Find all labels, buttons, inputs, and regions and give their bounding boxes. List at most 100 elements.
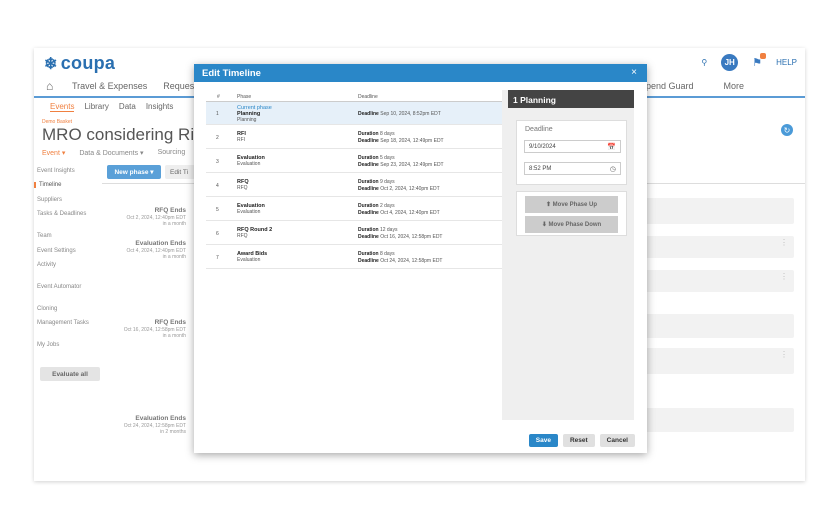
deadline-date-input[interactable]: 9/10/2024 📅 — [524, 140, 621, 153]
edit-timeline-button[interactable]: Edit Ti — [165, 165, 195, 179]
sidebar-item-team[interactable]: Team — [37, 233, 52, 239]
sidebar-item-activity[interactable]: Activity — [37, 262, 56, 268]
table-row[interactable]: 7 Award Bids Evaluation Duration 8 days De… — [206, 246, 502, 269]
subnav-library[interactable]: Library — [84, 102, 108, 112]
notification-icon[interactable]: ⚑ — [752, 53, 767, 69]
date-value: 9/10/2024 — [529, 144, 556, 150]
help-link[interactable]: HELP — [776, 58, 797, 67]
deadline-value: Oct 4, 2024, 12:40pm EDT — [380, 209, 440, 216]
dialog-footer: Save Reset Cancel — [528, 434, 635, 447]
timeline-event-relative: in 2 months — [160, 429, 186, 435]
table-row[interactable]: 6 RFQ Round 2 RFQ Duration 12 days Deadlin… — [206, 222, 502, 245]
deadline-value: Sep 23, 2024, 12:49pm EDT — [380, 161, 444, 168]
table-row[interactable]: 5 Evaluation Evaluation Duration 2 days De… — [206, 198, 502, 221]
deadline-label: Deadline — [358, 257, 379, 264]
sidebar-item-event-insights[interactable]: Event Insights — [37, 168, 75, 174]
duration-label: Duration — [358, 179, 379, 185]
home-icon[interactable]: ⌂ — [46, 79, 53, 93]
subnav-events[interactable]: Events — [50, 102, 75, 112]
phase-detail-panel: 1 Planning Deadline 9/10/2024 📅 8:52 PM ◷ … — [508, 90, 634, 420]
nav-travel-expenses[interactable]: Travel & Expenses — [72, 81, 147, 91]
timeline-event-title: RFQ Ends — [154, 319, 186, 326]
nav-spend-guard[interactable]: pend Guard — [646, 81, 694, 91]
phase-card — [646, 314, 794, 338]
timeline-event-relative: in a month — [162, 254, 186, 260]
duration-value: 12 days — [379, 227, 398, 233]
deadline-time-input[interactable]: 8:52 PM ◷ — [524, 162, 621, 175]
deadline-value: Oct 24, 2024, 12:58pm EDT — [380, 257, 443, 264]
evaluate-all-button[interactable]: Evaluate all — [40, 367, 100, 381]
search-icon[interactable]: ⚲ — [701, 58, 707, 67]
table-row[interactable]: 4 RFQ RFQ Duration 9 days Deadline Oct 2, … — [206, 174, 502, 197]
timeline-event: RFQ Ends Oct 16, 2024, 12:58pm EDT in a mo… — [66, 319, 186, 349]
tab-data-documents[interactable]: Data & Documents ▾ — [79, 149, 143, 157]
sidebar-item-timeline[interactable]: Timeline — [34, 182, 61, 188]
duration-value: 8 days — [379, 131, 395, 137]
duration-label: Duration — [358, 155, 379, 161]
nav-more[interactable]: More — [724, 81, 745, 91]
coupa-logo[interactable]: ❄ coupa — [44, 53, 115, 74]
duration-value: 8 days — [379, 251, 395, 257]
cancel-button[interactable]: Cancel — [599, 434, 635, 447]
subnav-data[interactable]: Data — [119, 102, 136, 112]
column-header-number: # — [217, 94, 220, 100]
phase-type: RFQ — [237, 233, 248, 239]
clock-icon[interactable]: ◷ — [610, 165, 616, 173]
kebab-icon[interactable]: ⋮ — [780, 273, 788, 281]
subnav-insights[interactable]: Insights — [146, 102, 174, 112]
deadline-value: Sep 10, 2024, 8:52pm EDT — [380, 111, 441, 117]
move-phase-down-button[interactable]: ⬇ Move Phase Down — [525, 216, 618, 233]
timeline-event-relative: in a month — [162, 221, 186, 227]
sidebar-item-event-automator[interactable]: Event Automator — [37, 284, 81, 290]
timeline-event: Evaluation Ends Oct 4, 2024, 12:40pm EDT i… — [66, 240, 186, 270]
deadline-label: Deadline — [358, 111, 379, 117]
sidebar-item-suppliers[interactable]: Suppliers — [37, 197, 62, 203]
duration-value: 2 days — [379, 203, 395, 209]
calendar-icon[interactable]: 📅 — [607, 143, 616, 151]
snowflake-icon: ❄ — [44, 56, 58, 73]
tab-sourcing[interactable]: Sourcing — [158, 149, 186, 157]
timeline-event-relative: in a month — [162, 333, 186, 339]
save-button[interactable]: Save — [528, 434, 558, 447]
table-row[interactable]: 2 RFI RFI Duration 8 days Deadline Sep 18,… — [206, 126, 502, 149]
phase-card: ⋮ — [646, 270, 794, 292]
row-number: 5 — [216, 207, 219, 213]
column-header-deadline: Deadline — [358, 94, 378, 100]
deadline-value: Oct 2, 2024, 12:40pm EDT — [380, 185, 440, 192]
phase-card: ⋮ — [646, 236, 794, 258]
kebab-icon[interactable]: ⋮ — [780, 351, 788, 359]
duration-label: Duration — [358, 131, 379, 137]
deadline-label: Deadline — [358, 185, 379, 192]
phases-table: # Phase Deadline 1 Current phase Planning… — [206, 90, 506, 420]
duration-label: Duration — [358, 251, 379, 257]
deadline-field-label: Deadline — [525, 126, 553, 133]
duration-value: 9 days — [379, 179, 395, 185]
phase-type: Planning — [237, 117, 257, 123]
notification-badge — [760, 53, 767, 59]
close-icon[interactable]: × — [631, 67, 637, 78]
timeline-event-title: Evaluation Ends — [135, 240, 186, 247]
table-row[interactable]: 3 Evaluation Evaluation Duration 5 days De… — [206, 150, 502, 173]
table-row[interactable]: 1 Current phase Planning Planning Deadline… — [206, 102, 502, 125]
phase-card — [646, 408, 794, 432]
refresh-icon[interactable]: ↻ — [781, 124, 793, 136]
time-value: 8:52 PM — [529, 166, 552, 172]
deadline-box: Deadline 9/10/2024 📅 8:52 PM ◷ — [516, 120, 627, 185]
new-phase-button[interactable]: New phase ▾ — [107, 165, 161, 179]
kebab-icon[interactable]: ⋮ — [780, 239, 788, 247]
duration-label: Duration — [358, 203, 379, 209]
deadline-value: Oct 16, 2024, 12:58pm EDT — [380, 233, 443, 240]
sidebar-item-cloning[interactable]: Cloning — [37, 306, 57, 312]
phase-type: Evaluation — [237, 161, 261, 167]
phase-detail-title: 1 Planning — [508, 90, 634, 108]
tab-event[interactable]: Event ▾ — [42, 149, 65, 157]
move-phase-box: ⬆ Move Phase Up ⬇ Move Phase Down — [516, 191, 627, 236]
move-phase-up-button[interactable]: ⬆ Move Phase Up — [525, 196, 618, 213]
row-number: 4 — [216, 183, 219, 189]
reset-button[interactable]: Reset — [562, 434, 595, 447]
avatar[interactable]: JH — [721, 54, 739, 71]
dialog-body: # Phase Deadline 1 Current phase Planning… — [206, 90, 634, 420]
deadline-label: Deadline — [358, 233, 379, 240]
event-tabs: Event ▾ Data & Documents ▾ Sourcing — [42, 149, 185, 157]
sidebar-item-my-jobs[interactable]: My Jobs — [37, 342, 59, 348]
